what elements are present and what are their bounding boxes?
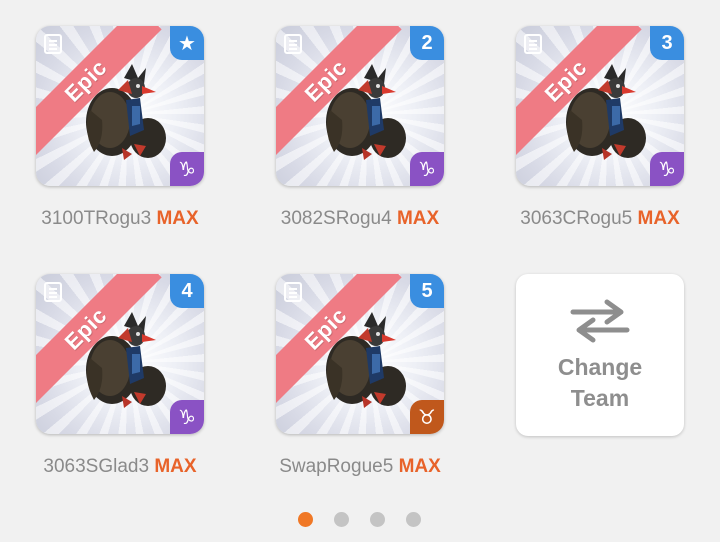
monster-card[interactable]: Epic 5 ♉ bbox=[276, 274, 444, 434]
monster-name-row: 3063SGlad3 MAX bbox=[20, 456, 220, 478]
level-max-label: MAX bbox=[398, 456, 441, 477]
zodiac-badge: ♑ bbox=[170, 152, 204, 186]
change-team-button[interactable]: Change Team bbox=[516, 274, 684, 436]
change-team-label: Change Team bbox=[558, 352, 642, 414]
monster-name: SwapRogue5 bbox=[279, 456, 394, 477]
monster-card[interactable]: Epic 2 ♑ bbox=[276, 26, 444, 186]
zodiac-badge: ♑ bbox=[170, 400, 204, 434]
page-dot[interactable] bbox=[406, 512, 421, 527]
zodiac-badge: ♉ bbox=[410, 400, 444, 434]
slot-number-badge: 2 bbox=[410, 26, 444, 60]
monster-name-row: 3063CRogu5 MAX bbox=[500, 208, 700, 230]
capricorn-icon: ♑ bbox=[658, 158, 676, 181]
capricorn-icon: ♑ bbox=[418, 158, 436, 181]
zodiac-badge: ♑ bbox=[650, 152, 684, 186]
notes-icon[interactable] bbox=[284, 34, 302, 54]
monster-name: 3082SRogu4 bbox=[280, 208, 392, 229]
capricorn-icon: ♑ bbox=[178, 158, 196, 181]
monster-name-row: SwapRogue5 MAX bbox=[260, 456, 460, 478]
monster-card[interactable]: Epic ★ ♑ bbox=[36, 26, 204, 186]
level-max-label: MAX bbox=[396, 208, 440, 229]
zodiac-badge: ♑ bbox=[410, 152, 444, 186]
monster-name-row: 3100TRogu3 MAX bbox=[20, 208, 220, 230]
level-max-label: MAX bbox=[156, 208, 199, 229]
swap-arrows-icon bbox=[570, 299, 630, 343]
notes-icon[interactable] bbox=[284, 282, 302, 302]
star-icon: ★ bbox=[178, 32, 196, 55]
slot-number: 4 bbox=[181, 279, 193, 302]
monster-name-row: 3082SRogu4 MAX bbox=[260, 208, 460, 230]
leader-star-badge: ★ bbox=[170, 26, 204, 60]
change-team-line1: Change bbox=[557, 354, 643, 380]
monster-name: 3100TRogu3 bbox=[41, 208, 152, 229]
page-dot[interactable] bbox=[370, 512, 385, 527]
taurus-icon: ♉ bbox=[418, 406, 436, 429]
slot-number-badge: 3 bbox=[650, 26, 684, 60]
capricorn-icon: ♑ bbox=[178, 406, 196, 429]
monster-portrait bbox=[326, 64, 406, 160]
monster-portrait bbox=[86, 312, 166, 408]
monster-name: 3063SGlad3 bbox=[43, 456, 150, 477]
monster-name: 3063CRogu5 bbox=[520, 208, 633, 229]
slot-number-badge: 4 bbox=[170, 274, 204, 308]
monster-portrait bbox=[566, 64, 646, 160]
notes-icon[interactable] bbox=[524, 34, 542, 54]
monster-portrait bbox=[86, 64, 166, 160]
monster-card[interactable]: Epic 3 ♑ bbox=[516, 26, 684, 186]
change-team-line2: Team bbox=[570, 385, 630, 411]
monster-portrait bbox=[326, 312, 406, 408]
page-dot[interactable] bbox=[334, 512, 349, 527]
monster-card[interactable]: Epic 4 ♑ bbox=[36, 274, 204, 434]
slot-number: 3 bbox=[661, 31, 673, 54]
notes-icon[interactable] bbox=[44, 282, 62, 302]
page-dot[interactable] bbox=[298, 512, 313, 527]
slot-number: 5 bbox=[421, 279, 433, 302]
level-max-label: MAX bbox=[154, 456, 197, 477]
notes-icon[interactable] bbox=[44, 34, 62, 54]
slot-number-badge: 5 bbox=[410, 274, 444, 308]
slot-number: 2 bbox=[421, 31, 433, 54]
level-max-label: MAX bbox=[637, 208, 680, 229]
page-indicator bbox=[298, 512, 421, 527]
